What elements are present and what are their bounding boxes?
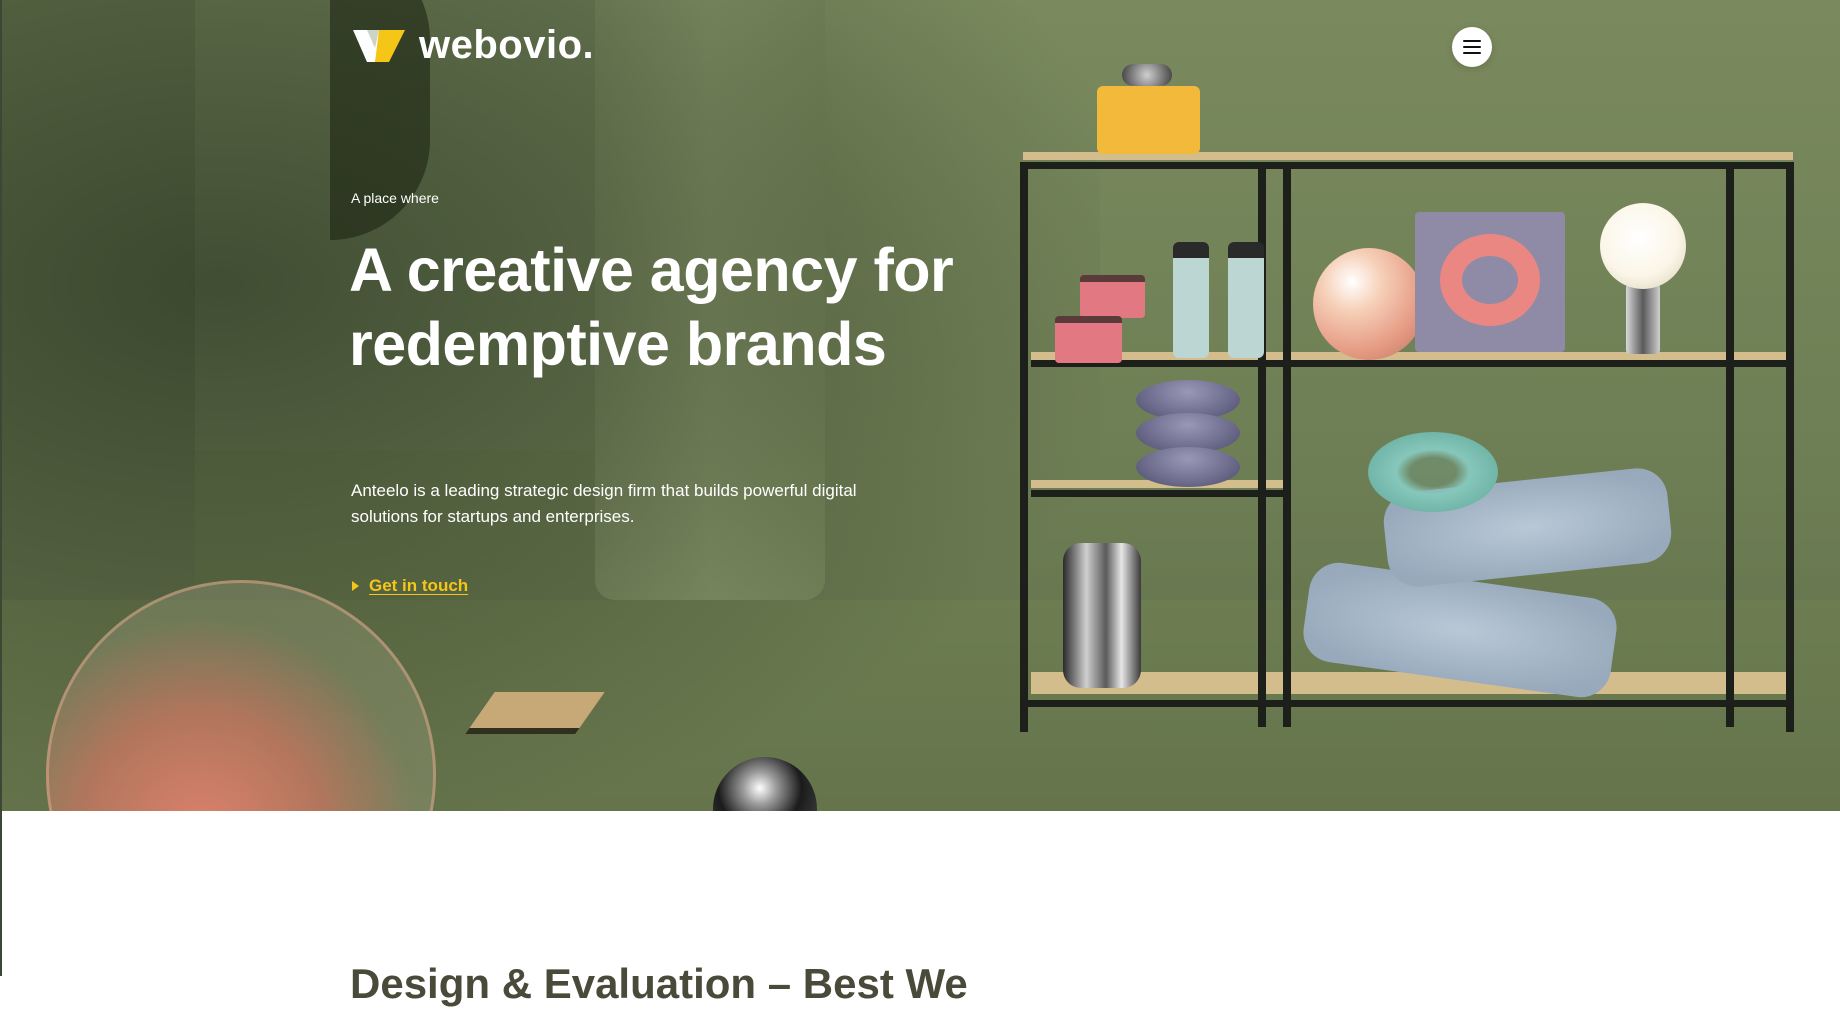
yellow-box [1097, 86, 1200, 154]
hero-headline: A creative agency for redemptive brands [349, 236, 954, 378]
lamp-stem [1626, 284, 1660, 354]
hero-section [0, 0, 1840, 811]
shelf-rail [1031, 490, 1283, 497]
bottle [1173, 242, 1209, 358]
teal-ring [1368, 432, 1498, 512]
page-left-edge [0, 0, 2, 976]
bottle [1228, 242, 1264, 358]
hamburger-icon [1463, 40, 1481, 42]
shelf-rail [1031, 360, 1791, 367]
logo-mark-icon [353, 29, 405, 62]
hero-kicker: A place where [351, 190, 439, 206]
section-heading: Design & Evaluation – Best We [350, 960, 968, 1007]
hamburger-icon-bar [1463, 52, 1481, 54]
shelf-post [1786, 162, 1794, 732]
peach-ball [1313, 248, 1425, 360]
shelf-post [1020, 162, 1028, 732]
shelf-rail [1023, 162, 1793, 169]
shelf-post [1283, 162, 1291, 727]
lamp-globe [1600, 203, 1686, 289]
get-in-touch-label[interactable]: Get in touch [365, 576, 468, 596]
shelf-rail [1023, 700, 1793, 707]
menu-button[interactable] [1452, 27, 1492, 67]
yellow-box-cap [1122, 64, 1172, 86]
chrome-block [1063, 543, 1141, 688]
pink-jar [1055, 316, 1122, 363]
shelf-board [1031, 352, 1791, 360]
logo[interactable]: webovio. [353, 23, 594, 68]
pink-jar [1080, 275, 1145, 318]
pink-torus [1440, 234, 1540, 326]
stacked-disc [1136, 447, 1240, 487]
shelf-bottom-board [1031, 672, 1791, 694]
shelf-post [1726, 162, 1734, 727]
get-in-touch-link[interactable]: Get in touch [352, 576, 468, 596]
hamburger-icon-bar [1463, 46, 1481, 48]
play-arrow-icon [352, 581, 359, 591]
logo-text: webovio. [419, 23, 595, 67]
hero-description: Anteelo is a leading strategic design fi… [351, 481, 857, 526]
